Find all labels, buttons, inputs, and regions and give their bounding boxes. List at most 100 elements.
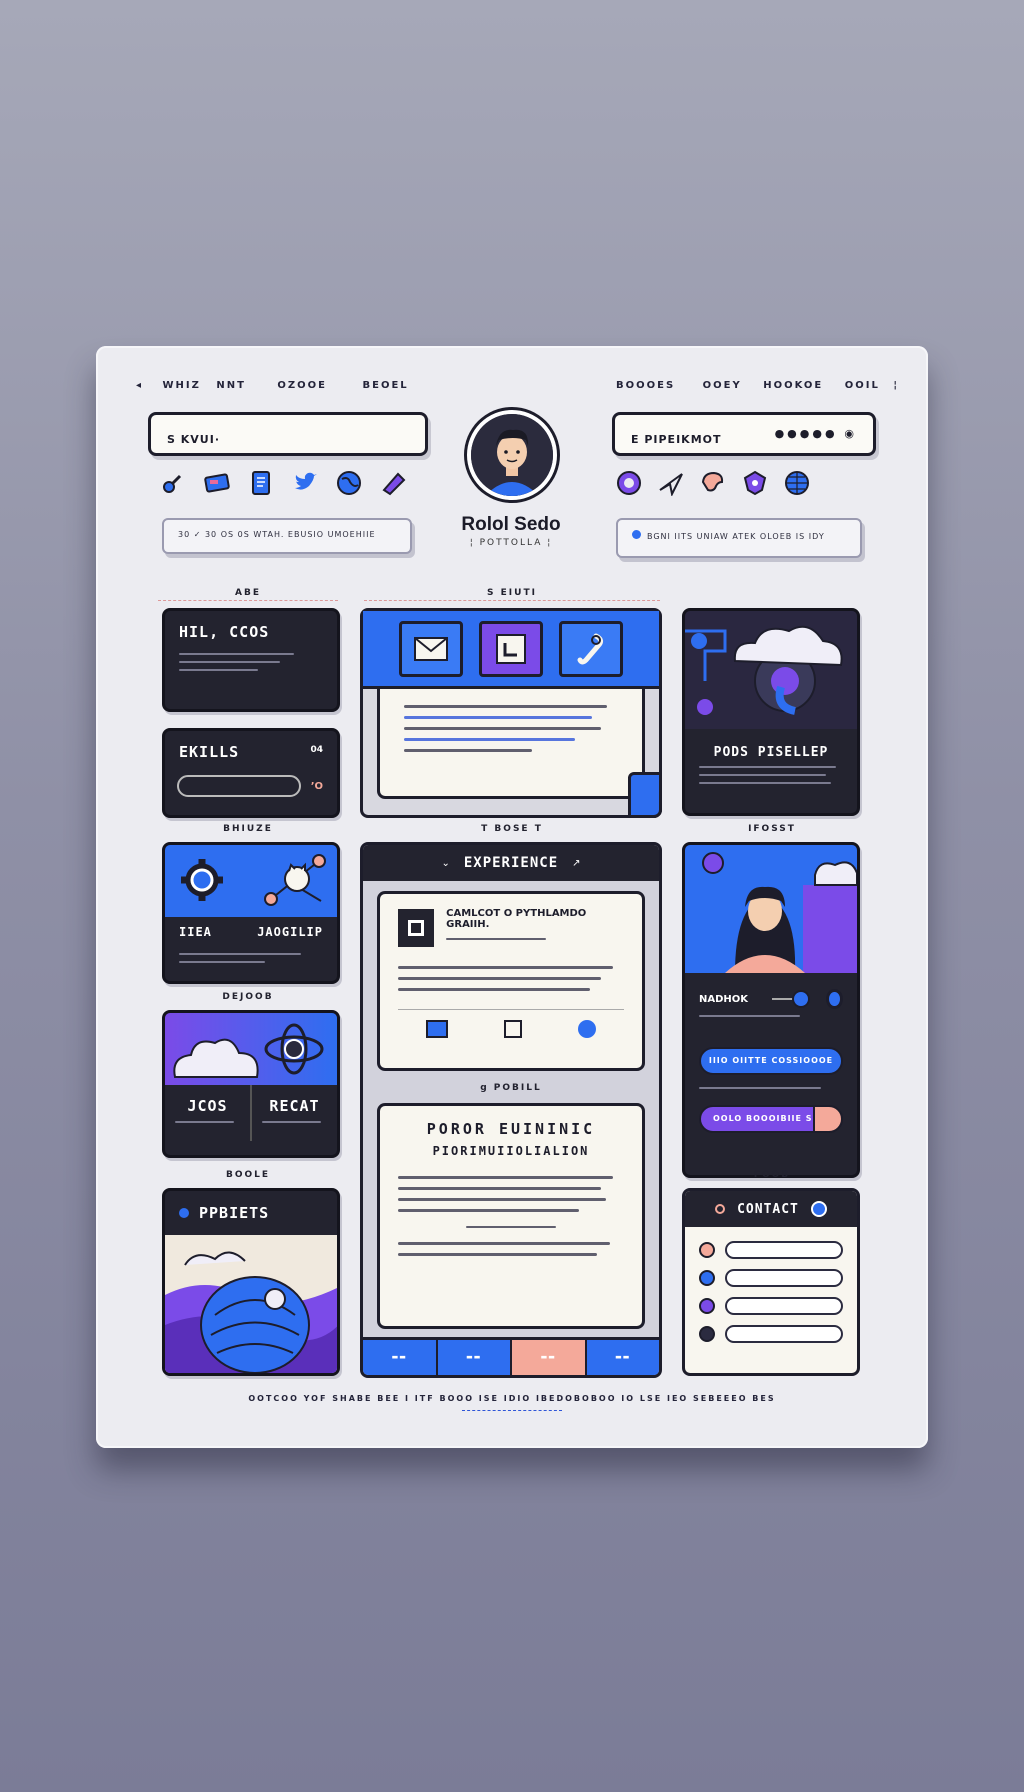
name-icon [699, 1242, 715, 1258]
message-icon [699, 1326, 715, 1342]
contact-title: CONTACT [737, 1201, 799, 1217]
nav-item[interactable]: OZOOE [277, 380, 327, 391]
cloud-disc-illustration [685, 611, 857, 729]
mail-icon[interactable] [399, 621, 463, 677]
atom-icon [264, 1023, 324, 1075]
footer-divider [462, 1410, 562, 1412]
card-pods[interactable]: PODS PISELLEP [682, 608, 860, 816]
nav-right: BOOOES OOEY HOOKOE OOIL ¦ [616, 380, 899, 391]
recat-label: RECAT [269, 1097, 320, 1115]
ring-icon[interactable] [616, 470, 642, 496]
document-icon[interactable] [248, 470, 274, 496]
bottom-tabs: ▬▬ ▬▬ ▬▬ ▬▬ [363, 1337, 659, 1375]
nav-item[interactable]: WHIZ [163, 380, 201, 391]
link-icon[interactable] [160, 470, 186, 496]
info-bar-left[interactable]: 30 ✓ 30 OS 0S WTAH. EBUSIO UMOEHIIE [162, 518, 412, 554]
section-label: ABE [158, 588, 338, 601]
planet-illustration [165, 1235, 337, 1373]
nav-item[interactable]: NNT [216, 380, 246, 391]
experience-entry[interactable]: CAMLCOT O PYTHLAMDO GRAIIH. [377, 891, 645, 1071]
toggle-icon[interactable] [810, 1201, 827, 1217]
nav-item[interactable]: BOOOES [616, 380, 675, 391]
contact-icons-panel [360, 608, 662, 818]
info-bar-right[interactable]: BGNI IITS UNIAW ATEK OLOEB IS IDY [616, 518, 862, 558]
java-banner [165, 845, 337, 917]
description-subheading: PIORIMUIIOLIALION [432, 1144, 590, 1158]
spiral-icon[interactable] [826, 989, 843, 1009]
experience-role: CAMLCOT O PYTHLAMDO GRAIIH. [446, 908, 587, 930]
circle-icon [715, 1204, 726, 1214]
card-contact: CONTACT [682, 1188, 860, 1376]
section-label: BOOLE [225, 1170, 271, 1180]
section-label: S EIUTI [364, 588, 660, 601]
skills-input[interactable] [177, 775, 301, 797]
woman-illustration [685, 845, 857, 973]
nav-item[interactable]: OOEY [703, 380, 742, 391]
avatar[interactable] [467, 410, 557, 500]
shield-icon[interactable] [742, 470, 768, 496]
contact-header: CONTACT [685, 1191, 857, 1227]
subject-field[interactable] [725, 1297, 843, 1315]
location-icon[interactable] [578, 1020, 596, 1038]
primary-button[interactable]: IIIO OIITTE COSSIOOOE [699, 1047, 843, 1075]
card-jcos-recat[interactable]: JCOS RECAT [162, 1010, 340, 1158]
share-icon[interactable]: ↗ [572, 858, 580, 869]
nav-left: ◂ WHIZ NNT OZOOE BEOEL [136, 380, 409, 391]
square-icon [398, 909, 435, 947]
toggle[interactable] [772, 990, 811, 1008]
secondary-button-label: OOLO BOOOIBIIE S [713, 1114, 813, 1123]
twitter-icon[interactable] [292, 470, 318, 496]
secondary-button[interactable]: OOLO BOOOIBIIE S [699, 1105, 843, 1133]
profile-subtitle: ¦ POTTOLLA ¦ [469, 538, 553, 548]
tab[interactable]: ▬▬ [363, 1340, 438, 1375]
info-bar-text: BGNI IITS UNIAW ATEK OLOEB IS IDY [647, 532, 825, 541]
message-field[interactable] [725, 1325, 843, 1343]
project-description: POROR EUININIC PIORIMUIIOLIALION [377, 1103, 645, 1329]
terminal-icon[interactable] [479, 621, 543, 677]
calendar-icon[interactable] [504, 1020, 522, 1038]
name-field[interactable] [725, 1241, 843, 1259]
contact-form [685, 1227, 857, 1343]
subject-icon [699, 1298, 715, 1314]
java-left-label: IIEA [179, 925, 212, 939]
skills-sub: ʼO [310, 781, 323, 792]
email-field[interactable] [725, 1269, 843, 1287]
card-projects[interactable]: PPBIETS [162, 1188, 340, 1376]
footer-text: OOTCOO YOF SHABE BEE I ITF BOOO ISE IDIO… [248, 1394, 776, 1403]
phone-icon[interactable] [559, 621, 623, 677]
section-label: FOOB [753, 1170, 791, 1180]
nav-item[interactable]: OOIL [845, 380, 880, 391]
tag-icon[interactable] [380, 470, 406, 496]
card-hil-css[interactable]: HIL, CCOS [162, 608, 340, 712]
tab[interactable]: ▬▬ [437, 1340, 512, 1375]
nav-item[interactable]: BEOEL [363, 380, 409, 391]
search-input-left[interactable]: S KVUI· [148, 412, 428, 456]
send-icon[interactable] [658, 470, 684, 496]
chat-icon[interactable] [700, 470, 726, 496]
social-icons-right [616, 470, 810, 496]
tab[interactable]: ▬▬ [586, 1340, 659, 1375]
chevron-down-icon[interactable]: ⌄ [441, 858, 449, 869]
card-title: PODS PISELLEP [713, 745, 829, 760]
web-icon[interactable] [784, 470, 810, 496]
person-icon [471, 414, 553, 496]
globe-icon[interactable] [336, 470, 362, 496]
card-skills[interactable]: EKILLS 04 ʼO [162, 728, 340, 818]
cloud-icon [173, 1038, 259, 1078]
card-icon[interactable] [204, 470, 230, 496]
jcos-label: JCOS [187, 1097, 228, 1115]
folder-icon[interactable] [426, 1020, 448, 1038]
experience-header[interactable]: ⌄ EXPERIENCE ↗ [363, 845, 659, 881]
search-input-right[interactable]: E PIPEIKMOT ●●●●● ◉ [612, 412, 876, 456]
nav-item[interactable]: HOOKOE [763, 380, 823, 391]
experience-panel: ⌄ EXPERIENCE ↗ CAMLCOT O PYTHLAMDO GRAII… [360, 842, 662, 1378]
card-java[interactable]: IIEA JAOGILIP [162, 842, 340, 984]
tab[interactable]: ▬▬ [512, 1340, 587, 1375]
cat-network-icon [264, 854, 326, 906]
nav-arrow-icon[interactable]: ◂ [136, 380, 143, 391]
profile-label: NADHOK [699, 993, 749, 1005]
card-profile[interactable]: NADHOK IIIO OIITTE COSSIOOOE OOLO BOOOIB… [682, 842, 860, 1178]
nav-divider: ¦ [893, 380, 899, 391]
section-label: T BOSE T [481, 824, 543, 834]
blue-dot-icon [632, 530, 641, 539]
